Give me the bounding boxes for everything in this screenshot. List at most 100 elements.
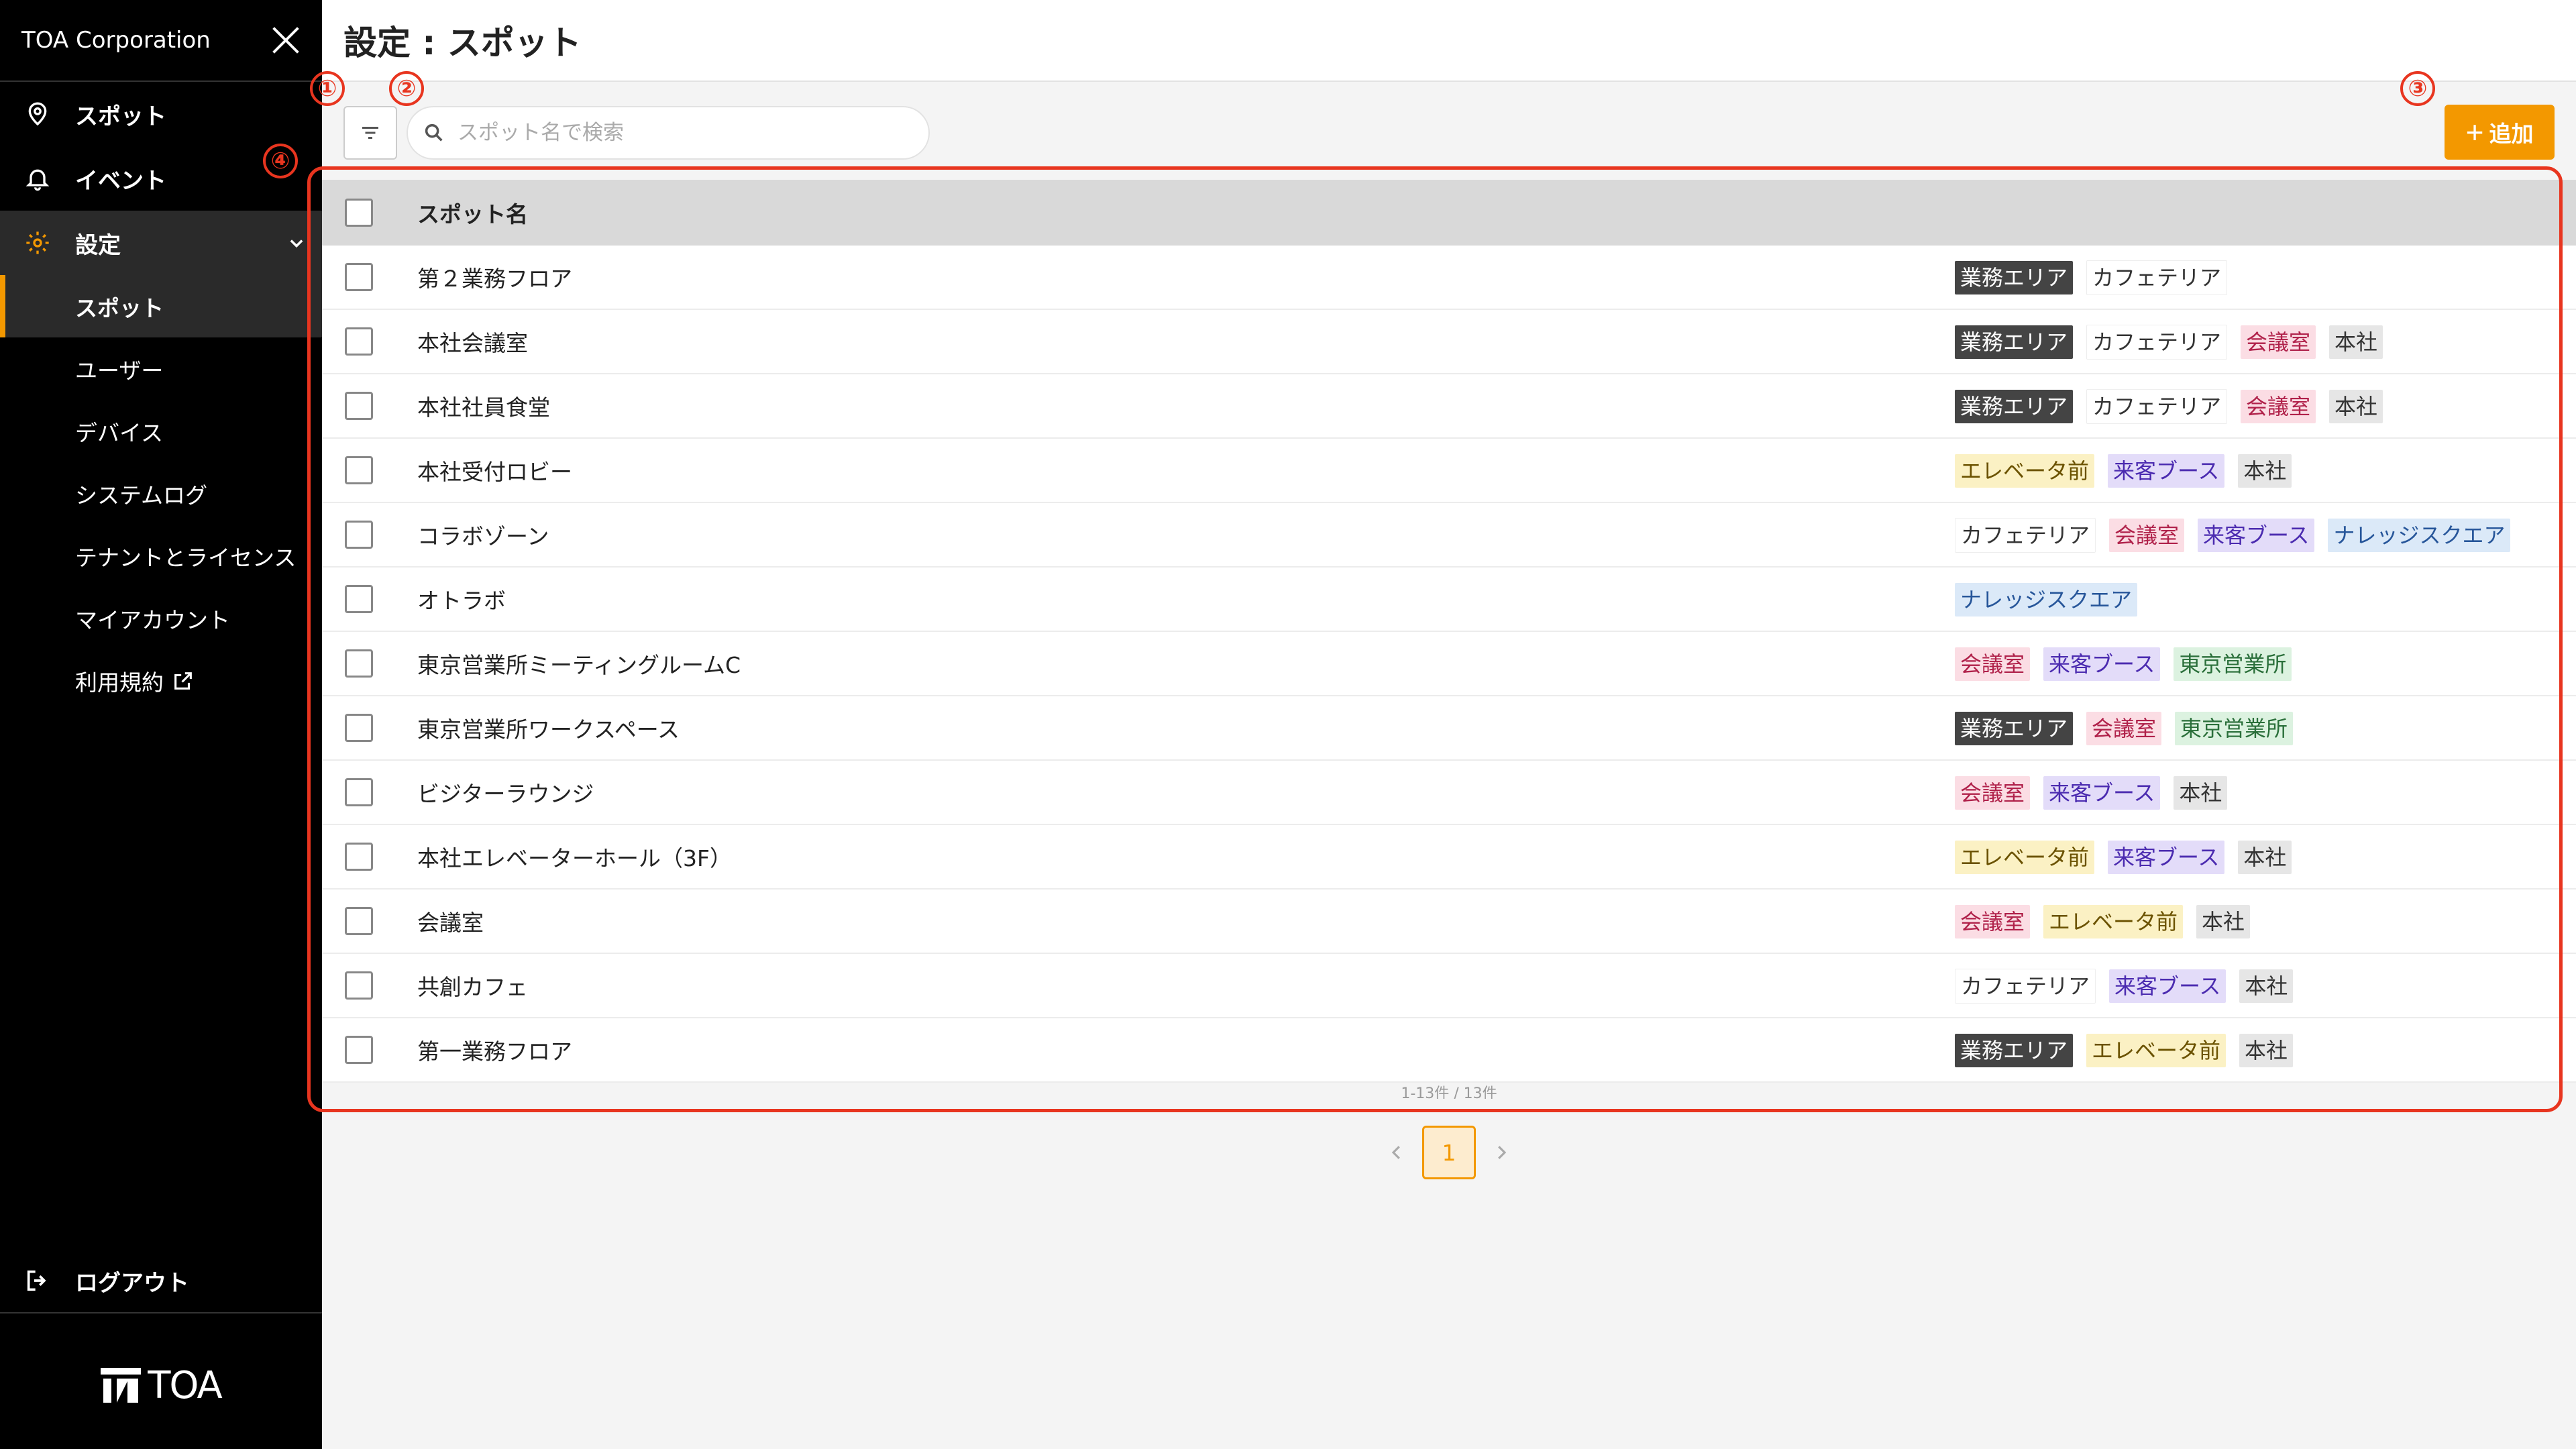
sidebar-item-spot[interactable]: スポット (0, 275, 322, 337)
tag-list: 業務エリア カフェテリア (1955, 246, 2241, 310)
tag-badge: エレベータ前 (1955, 841, 2095, 874)
tag-list: ナレッジスクエア (1955, 568, 2151, 632)
row-checkbox[interactable] (345, 392, 373, 420)
sidebar-item-my-account[interactable]: マイアカウント (0, 587, 322, 649)
tag-badge: 来客ブース (2109, 969, 2226, 1003)
tag-list: カフェテリア 来客ブース 本社 (1955, 954, 2306, 1018)
table-header: スポット名 (322, 180, 2576, 246)
annotation-marker-2: ② (389, 71, 424, 106)
table-row[interactable]: 会議室 会議室 エレベータ前 本社 (322, 890, 2576, 954)
plus-icon: + (2465, 115, 2484, 150)
tag-list: カフェテリア 会議室 来客ブース ナレッジスクエア (1955, 503, 2524, 568)
spot-name-cell: 会議室 (417, 910, 484, 936)
nav-item-spot[interactable]: スポット (0, 82, 322, 146)
nav-item-label: イベント (75, 167, 166, 195)
row-checkbox[interactable] (345, 778, 373, 806)
tag-badge: エレベータ前 (2043, 905, 2184, 938)
tag-badge: 本社 (2329, 390, 2383, 423)
table-row[interactable]: 本社会議室 業務エリア カフェテリア 会議室 本社 (322, 310, 2576, 374)
annotation-marker-4: ④ (263, 144, 298, 178)
spot-name-cell: 第一業務フロア (417, 1038, 572, 1065)
logout-button[interactable]: ログアウト (0, 1249, 322, 1313)
tag-badge: 本社 (2196, 905, 2251, 938)
nav-item-settings[interactable]: 設定 (0, 211, 322, 275)
sidebar-item-users[interactable]: ユーザー (0, 337, 322, 400)
table-body: 第２業務フロア 業務エリア カフェテリア 本社会議室 業務エリア カフェテリア 会議室 本社本… (322, 246, 2576, 1083)
row-checkbox[interactable] (345, 649, 373, 678)
row-checkbox[interactable] (345, 714, 373, 742)
table-row[interactable]: 第２業務フロア 業務エリア カフェテリア (322, 246, 2576, 310)
select-all-checkbox[interactable] (345, 199, 373, 227)
toa-logo: TOA (0, 1355, 322, 1415)
tag-list: 業務エリア エレベータ前 本社 (1955, 1018, 2306, 1083)
page-number-button[interactable]: 1 (1422, 1126, 1476, 1179)
row-checkbox[interactable] (345, 1036, 373, 1064)
table-row[interactable]: 東京営業所ワークスペース 業務エリア 会議室 東京営業所 (322, 696, 2576, 761)
add-button-label: 追加 (2489, 121, 2534, 146)
tag-badge: 会議室 (2241, 325, 2316, 359)
sidebar-item-terms[interactable]: 利用規約 (0, 649, 322, 712)
row-checkbox[interactable] (345, 521, 373, 549)
toolbar: + 追加 (322, 101, 2576, 161)
tag-list: 業務エリア 会議室 東京営業所 (1955, 696, 2306, 761)
row-checkbox[interactable] (345, 585, 373, 613)
tag-badge: 会議室 (1955, 776, 2031, 810)
tag-badge: 会議室 (1955, 905, 2031, 938)
location-pin-icon (24, 101, 51, 127)
tag-badge: 来客ブース (2108, 841, 2225, 874)
tag-badge: 会議室 (1955, 647, 2031, 681)
prev-page-button[interactable] (1383, 1139, 1410, 1166)
spot-name-cell: オトラボ (417, 588, 506, 614)
spot-name-cell: 共創カフェ (417, 974, 528, 1000)
sidebar-item-tenant-license[interactable]: テナントとライセンス (0, 525, 322, 587)
tag-badge: 来客ブース (2043, 647, 2161, 681)
tag-badge: 業務エリア (1955, 390, 2074, 423)
sidebar-item-label: システムログ (75, 482, 208, 508)
tag-badge: 本社 (2239, 1034, 2294, 1067)
filter-button[interactable] (343, 106, 397, 160)
tag-badge: カフェテリア (1955, 518, 2096, 553)
next-page-button[interactable] (1488, 1139, 1515, 1166)
search-input[interactable] (458, 121, 914, 145)
bell-icon (24, 165, 51, 192)
tag-badge: エレベータ前 (1955, 454, 2095, 488)
row-checkbox[interactable] (345, 907, 373, 935)
search-box (407, 106, 930, 160)
table-row[interactable]: 共創カフェ カフェテリア 来客ブース 本社 (322, 954, 2576, 1018)
tag-badge: カフェテリア (1955, 969, 2096, 1004)
tag-list: 会議室 エレベータ前 本社 (1955, 890, 2263, 954)
tag-list: 業務エリア カフェテリア 会議室 本社 (1955, 374, 2396, 439)
sidebar-item-system-log[interactable]: システムログ (0, 462, 322, 525)
tag-badge: 会議室 (2241, 390, 2316, 423)
sidebar-item-devices[interactable]: デバイス (0, 400, 322, 462)
table-row[interactable]: コラボゾーン カフェテリア 会議室 来客ブース ナレッジスクエア (322, 503, 2576, 568)
row-checkbox[interactable] (345, 971, 373, 1000)
table-row[interactable]: ビジターラウンジ 会議室 来客ブース 本社 (322, 761, 2576, 825)
spot-name-cell: コラボゾーン (417, 523, 549, 549)
sidebar: TOA Corporation スポット イベント 設定 スポット ユーザー デ… (0, 0, 322, 1449)
add-button[interactable]: + 追加 (2445, 105, 2555, 160)
row-checkbox[interactable] (345, 327, 373, 356)
tag-badge: ナレッジスクエア (1955, 583, 2138, 616)
tag-badge: カフェテリア (2086, 389, 2228, 424)
table-row[interactable]: 本社受付ロビー エレベータ前 来客ブース 本社 (322, 439, 2576, 503)
table-row[interactable]: 本社エレベーターホール（3F） エレベータ前 来客ブース 本社 (322, 825, 2576, 890)
row-checkbox[interactable] (345, 263, 373, 291)
sidebar-item-label: 利用規約 (75, 669, 164, 696)
tag-badge: 来客ブース (2043, 776, 2161, 810)
table-row[interactable]: 本社社員食堂 業務エリア カフェテリア 会議室 本社 (322, 374, 2576, 439)
tag-badge: 来客ブース (2198, 519, 2315, 552)
row-checkbox[interactable] (345, 456, 373, 484)
tag-list: エレベータ前 来客ブース 本社 (1955, 825, 2305, 890)
annotation-marker-1: ① (310, 71, 345, 106)
table-row[interactable]: 第一業務フロア 業務エリア エレベータ前 本社 (322, 1018, 2576, 1083)
close-icon[interactable] (271, 25, 301, 55)
main-content: 設定 : スポット + 追加 スポット名 第２業務フロア業務エリアカフェテリア本… (322, 0, 2576, 1449)
page-header: 設定 : スポット (322, 0, 2576, 82)
table-row[interactable]: オトラボ ナレッジスクエア (322, 568, 2576, 632)
table-row[interactable]: 東京営業所ミーティングルームC 会議室 来客ブース 東京営業所 (322, 632, 2576, 696)
row-checkbox[interactable] (345, 843, 373, 871)
spot-name-cell: 東京営業所ワークスペース (417, 716, 680, 743)
tag-badge: エレベータ前 (2086, 1034, 2226, 1067)
sidebar-item-label: デバイス (75, 419, 164, 446)
